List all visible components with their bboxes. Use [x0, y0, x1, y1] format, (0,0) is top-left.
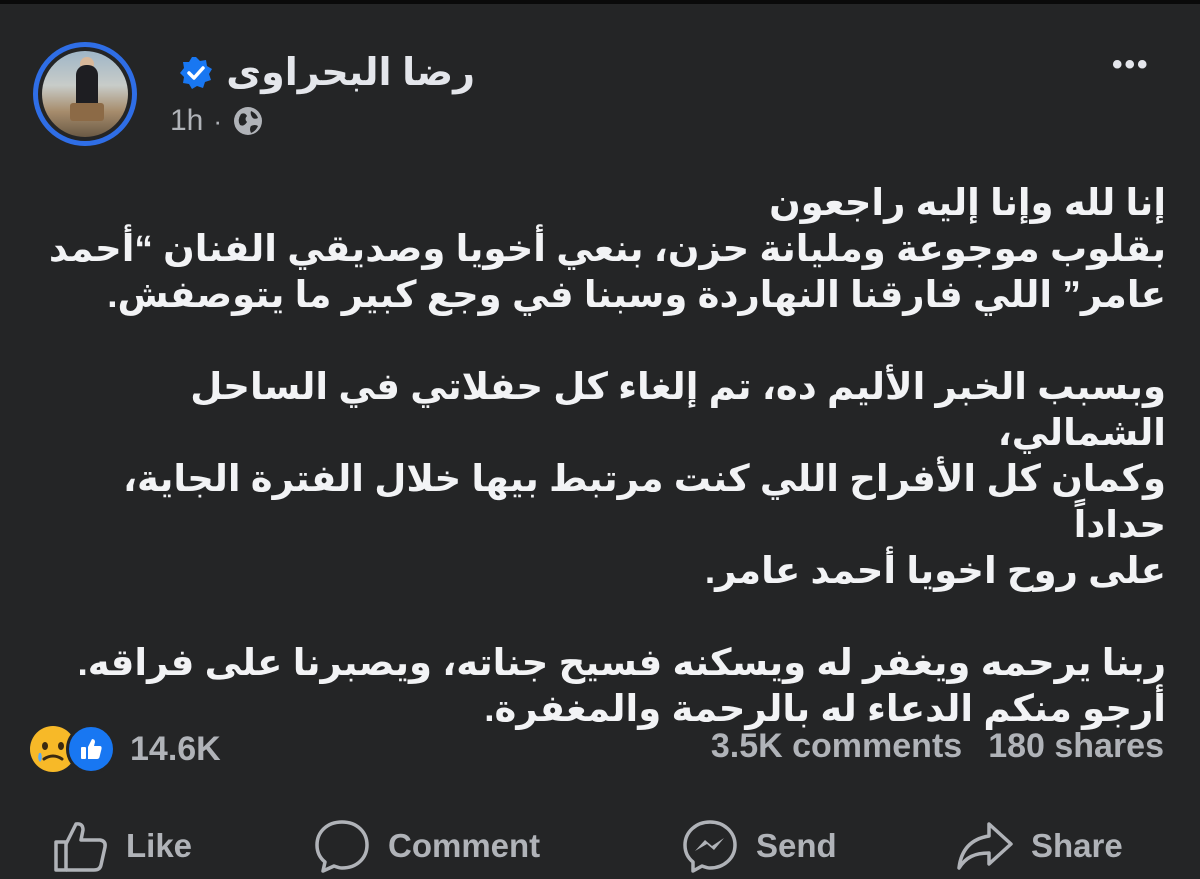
like-reaction-icon	[66, 724, 116, 774]
thumbs-up-icon	[54, 822, 107, 872]
more-options-button[interactable]: •••	[1112, 48, 1150, 82]
messenger-icon	[683, 820, 737, 873]
action-bar: Like Comment Send Share	[0, 816, 1200, 879]
like-button[interactable]: Like	[50, 816, 192, 876]
avatar-photo	[42, 51, 128, 137]
like-label: Like	[126, 827, 193, 864]
meta-separator: ·	[213, 105, 223, 136]
share-button[interactable]: Share	[955, 816, 1123, 876]
post-text: إنا لله وإنا إليه راجعون بقلوب موجوعة وم…	[26, 180, 1166, 732]
globe-icon	[234, 107, 263, 135]
post-meta: 1h ·	[170, 104, 264, 138]
shares-count-link[interactable]: 180 shares	[988, 727, 1164, 766]
author-name-row: رضا البحراوى	[178, 50, 475, 95]
reaction-summary[interactable]: 14.6K	[30, 724, 221, 774]
send-button[interactable]: Send	[680, 816, 837, 876]
engagement-stats: 3.5K comments 180 shares	[711, 727, 1164, 766]
author-name[interactable]: رضا البحراوى	[226, 50, 475, 95]
post-line: إنا لله وإنا إليه راجعون	[769, 182, 1166, 223]
share-arrow-icon	[957, 822, 1013, 870]
post-line: وبسبب الخبر الأليم ده، تم إلغاء كل حفلات…	[190, 366, 1166, 453]
post-line: بقلوب موجوعة ومليانة حزن، بنعي أخويا وصد…	[48, 228, 1166, 269]
comment-button[interactable]: Comment	[312, 816, 540, 876]
send-label: Send	[756, 827, 837, 864]
post-line: عامر” اللي فارقنا النهاردة وسبنا في وجع …	[107, 274, 1166, 315]
comments-count-link[interactable]: 3.5K comments	[711, 727, 962, 766]
share-label: Share	[1031, 827, 1123, 864]
comment-bubble-icon	[315, 820, 369, 873]
comment-label: Comment	[388, 827, 541, 864]
reaction-count: 14.6K	[130, 729, 221, 768]
post-line: على روح اخويا أحمد عامر.	[704, 550, 1166, 591]
verified-badge-icon	[180, 56, 213, 89]
top-divider	[0, 0, 1200, 4]
post-line: ربنا يرحمه ويغفر له ويسكنه فسيح جناته، و…	[77, 642, 1166, 683]
post-time[interactable]: 1h	[170, 104, 203, 138]
author-avatar[interactable]	[33, 42, 137, 146]
post-line: وكمان كل الأفراح اللي كنت مرتبط بيها خلا…	[123, 458, 1166, 545]
